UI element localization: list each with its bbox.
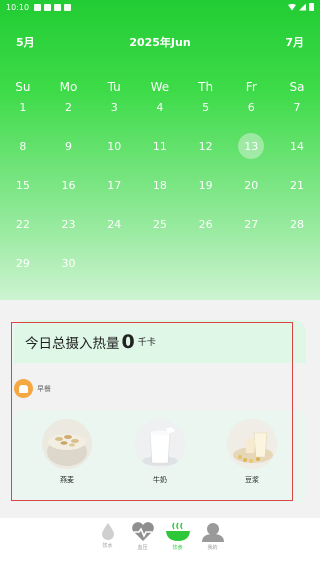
calendar-day[interactable]: 22 xyxy=(0,211,46,237)
tab-profile[interactable]: 我的 xyxy=(200,522,225,568)
calendar-day[interactable]: 10 xyxy=(91,133,137,159)
weekday-label: Th xyxy=(198,80,214,94)
tab-label: 饮水 xyxy=(102,543,113,549)
wifi-icon xyxy=(288,3,296,11)
bottom-tab-bar: 饮水 血压 饮食 我的 xyxy=(0,518,320,568)
calendar-day[interactable]: 9 xyxy=(46,133,92,159)
calendar-day xyxy=(274,250,320,276)
calendar-day[interactable]: 15 xyxy=(0,172,46,198)
calendar-week: 15 16 17 18 19 20 21 xyxy=(0,172,320,198)
meal-title: 早餐 xyxy=(37,384,51,393)
next-month-button[interactable]: 7月 xyxy=(285,34,304,50)
calendar-day[interactable]: 8 xyxy=(0,133,46,159)
tab-blood-pressure[interactable]: 血压 xyxy=(130,522,155,568)
weekday-label: We xyxy=(150,80,170,94)
calorie-unit: 千卡 xyxy=(137,338,156,348)
food-item-oats[interactable]: 燕麦 xyxy=(37,419,97,485)
signal-icon xyxy=(299,3,306,11)
status-time: 10:10 xyxy=(6,2,30,12)
tab-label: 血压 xyxy=(137,545,148,551)
calendar-day[interactable]: 18 xyxy=(137,172,183,198)
weekday-label: Mo xyxy=(59,80,78,94)
calendar-day[interactable]: 26 xyxy=(183,211,229,237)
meal-header: 早餐 xyxy=(14,379,51,398)
food-name: 牛奶 xyxy=(153,476,167,484)
food-item-milk[interactable]: 牛奶 xyxy=(130,419,190,485)
calendar-day[interactable]: 24 xyxy=(91,211,137,237)
calendar-day[interactable]: 20 xyxy=(228,172,274,198)
calorie-summary-card: 今日总摄入热量 0 千卡 xyxy=(14,320,306,363)
download-icon xyxy=(54,3,62,11)
food-bowl-icon xyxy=(165,522,190,541)
tab-water[interactable]: 饮水 xyxy=(95,522,120,568)
calendar-day-selected-label: 13 xyxy=(244,139,259,153)
calendar-day[interactable]: 21 xyxy=(274,172,320,198)
tab-label: 饮食 xyxy=(172,545,183,551)
person-icon xyxy=(201,523,224,542)
calendar-day[interactable]: 28 xyxy=(274,211,320,237)
water-drop-icon xyxy=(101,523,114,540)
calendar-day[interactable]: 12 xyxy=(183,133,229,159)
calendar-title: 2025年Jun xyxy=(129,36,191,49)
oats-image xyxy=(42,419,92,469)
app-notification-icon xyxy=(64,3,72,11)
soy-milk-image xyxy=(227,419,277,469)
calendar-day[interactable]: 19 xyxy=(183,172,229,198)
weekday-header: Su Mo Tu We Th Fr Sa xyxy=(0,80,320,94)
weekday-label: Fr xyxy=(245,80,257,94)
calendar-day xyxy=(137,250,183,276)
calendar-day[interactable]: 7 xyxy=(274,94,320,120)
calendar-day xyxy=(183,250,229,276)
calendar-day[interactable]: 25 xyxy=(137,211,183,237)
notification-icon xyxy=(34,3,42,11)
calendar-day[interactable]: 27 xyxy=(228,211,274,237)
food-name: 豆浆 xyxy=(245,476,259,484)
calendar-week: 29 30 xyxy=(0,250,320,276)
calendar-day xyxy=(91,250,137,276)
breakfast-bread-icon xyxy=(14,379,33,398)
calendar-day[interactable]: 23 xyxy=(46,211,92,237)
calendar-day[interactable]: 1 xyxy=(0,94,46,120)
tab-diet[interactable]: 饮食 xyxy=(165,522,190,568)
tab-label: 我的 xyxy=(207,545,218,551)
milk-image xyxy=(135,419,185,469)
calendar-day xyxy=(228,250,274,276)
calendar-day[interactable]: 6 xyxy=(228,94,274,120)
heart-pulse-icon xyxy=(131,522,154,541)
weekday-label: Tu xyxy=(107,80,121,94)
battery-icon xyxy=(309,3,314,11)
calendar-day[interactable]: 30 xyxy=(46,250,92,276)
month-navigation: 5月 2025年Jun 7月 xyxy=(0,34,320,50)
food-list-panel: 燕麦 牛奶 豆浆 xyxy=(14,410,306,503)
calendar-week: 8 9 10 11 12 13 14 xyxy=(0,133,320,159)
calendar-week: 22 23 24 25 26 27 28 xyxy=(0,211,320,237)
food-item-soy-milk[interactable]: 豆浆 xyxy=(222,419,282,485)
calendar-week: 1 2 3 4 5 6 7 xyxy=(0,94,320,120)
weekday-label: Sa xyxy=(289,80,305,94)
calendar-day[interactable]: 5 xyxy=(183,94,229,120)
calorie-summary-label: 今日总摄入热量 xyxy=(25,335,120,352)
calendar-day[interactable]: 3 xyxy=(91,94,137,120)
food-name: 燕麦 xyxy=(60,476,74,484)
weekday-label: Su xyxy=(15,80,31,94)
calendar-day-selected[interactable]: 13 xyxy=(228,133,274,159)
status-bar: 10:10 xyxy=(0,0,320,14)
calendar-day[interactable]: 16 xyxy=(46,172,92,198)
calendar-day[interactable]: 29 xyxy=(0,250,46,276)
calendar-day[interactable]: 14 xyxy=(274,133,320,159)
calendar-day[interactable]: 11 xyxy=(137,133,183,159)
calorie-value: 0 xyxy=(121,330,135,353)
calendar-day[interactable]: 17 xyxy=(91,172,137,198)
download-icon xyxy=(44,3,52,11)
calendar-day[interactable]: 4 xyxy=(137,94,183,120)
calendar-day[interactable]: 2 xyxy=(46,94,92,120)
